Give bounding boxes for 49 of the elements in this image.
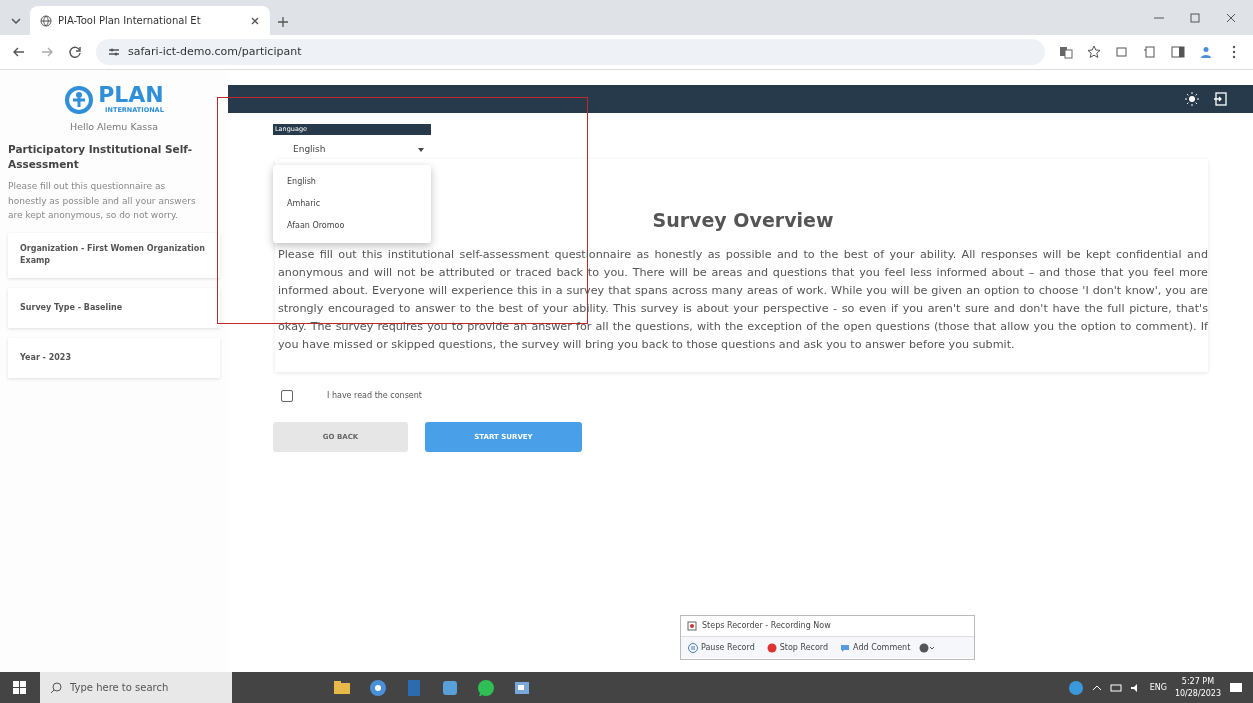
info-card: Organization - First Women Organization Examp <box>8 232 220 279</box>
network-icon[interactable] <box>1109 682 1122 693</box>
info-card: Survey Type - Baseline <box>8 288 220 329</box>
tab-title: PIA-Tool Plan International Et <box>58 14 202 28</box>
stop-icon <box>766 642 777 653</box>
logo-text: PLAN <box>98 84 164 106</box>
taskbar-search[interactable]: Type here to search <box>40 672 232 703</box>
survey-title: Survey Overview <box>652 209 834 232</box>
consent-label: I have read the consent <box>327 389 422 402</box>
reload-icon[interactable] <box>68 45 82 59</box>
greeting-text: Hello Alemu Kassa <box>69 119 159 134</box>
window-title: Steps Recorder - Recording Now <box>702 620 831 632</box>
translate-icon[interactable] <box>1059 45 1073 59</box>
site-settings-icon[interactable] <box>108 46 120 58</box>
sidebar-title: Participatory Institutional Self-Assessment <box>8 142 194 172</box>
clock-date[interactable]: 10/28/2023 <box>1174 687 1221 700</box>
browser-icon[interactable] <box>368 677 388 698</box>
close-icon[interactable] <box>250 15 260 26</box>
dropdown-item[interactable]: Afaan Oromoo <box>273 215 431 237</box>
pause-icon <box>688 642 698 653</box>
side-panel-icon[interactable] <box>1171 45 1185 59</box>
stop-button[interactable]: Stop Record <box>763 640 832 655</box>
caret-down-icon <box>417 147 425 153</box>
clock-time[interactable]: 5:27 PM <box>1174 675 1221 688</box>
dropdown-item[interactable]: English <box>273 171 431 193</box>
maximize-icon[interactable] <box>1189 11 1201 24</box>
consent-checkbox[interactable] <box>281 389 293 402</box>
comment-icon <box>840 642 851 653</box>
browser-tab[interactable]: PIA-Tool Plan International Et <box>30 6 270 35</box>
logout-icon[interactable] <box>1213 92 1227 106</box>
search-placeholder: Type here to search <box>70 681 169 695</box>
star-icon[interactable] <box>1087 45 1101 59</box>
back-arrow-icon[interactable] <box>12 45 26 59</box>
sidebar-description: Please fill out this questionnaire as honestly as possible and all your answers are kept anonymous, so do not worry. <box>8 180 197 223</box>
profile-icon[interactable] <box>1199 45 1213 59</box>
close-icon[interactable] <box>1225 11 1237 24</box>
globe-icon <box>40 14 52 27</box>
logo-icon <box>64 84 95 115</box>
comment-button[interactable]: Add Comment <box>837 640 914 655</box>
dropdown-item[interactable]: Amharic <box>273 193 431 215</box>
language-indicator[interactable]: ENG <box>1149 681 1167 694</box>
address-bar[interactable]: safari-ict-demo.com/participant <box>96 39 1045 65</box>
url-text: safari-ict-demo.com/participant <box>128 43 302 60</box>
info-card: Year - 2023 <box>8 338 220 379</box>
pause-button[interactable]: Pause Record <box>685 640 758 655</box>
sun-icon[interactable] <box>1185 92 1199 106</box>
search-icon <box>50 681 62 694</box>
recorder-icon <box>687 621 697 631</box>
chat-icon[interactable] <box>476 677 496 698</box>
